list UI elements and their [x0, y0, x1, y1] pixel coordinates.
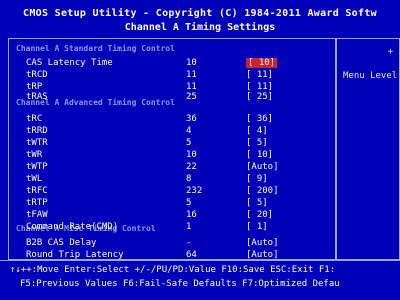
setting-value[interactable]: [Auto] — [246, 250, 279, 260]
setting-label: tRTP — [26, 198, 48, 208]
item-help-panel: Menu Level + — [336, 38, 400, 260]
setting-value[interactable]: [ 4] — [246, 126, 268, 136]
auto-value: 64 — [186, 250, 197, 260]
setting-label: CAS Latency Time — [26, 58, 113, 68]
setting-value[interactable]: [ 25] — [246, 92, 273, 102]
setting-label: tRAS — [26, 92, 48, 102]
setting-label: tWR — [26, 150, 43, 160]
help-text: Menu Level — [343, 71, 398, 81]
setting-value[interactable]: [ 1] — [246, 222, 268, 232]
auto-value: 10 — [186, 58, 197, 68]
setting-label: tRFC — [26, 186, 48, 196]
setting-value[interactable]: [ 11] — [246, 82, 273, 92]
setting-row-twtr[interactable]: tWTR 5 [ 5] — [26, 138, 306, 150]
key-help-line-1: ↑↓++:Move Enter:Select +/-/PU/PD:Value F… — [10, 265, 336, 275]
setting-label: tWTP — [26, 162, 48, 172]
setting-row-trrd[interactable]: tRRD 4 [ 4] — [26, 126, 306, 138]
setting-label: Command Rate(CMD) — [26, 222, 119, 232]
setting-value[interactable]: [Auto] — [246, 162, 279, 172]
auto-value: 11 — [186, 82, 197, 92]
selected-value[interactable]: [ 10] — [246, 58, 278, 68]
help-marker: + — [387, 47, 393, 57]
setting-label: tWTR — [26, 138, 48, 148]
setting-value[interactable]: [ 36] — [246, 114, 273, 124]
setting-label: tRRD — [26, 126, 48, 136]
setting-row-twtp[interactable]: tWTP 22 [Auto] — [26, 162, 306, 174]
setting-row-trcd[interactable]: tRCD 11 [ 11] — [26, 70, 306, 82]
auto-value: 36 — [186, 114, 197, 124]
setting-row-trfc[interactable]: tRFC 232 [ 200] — [26, 186, 306, 198]
auto-value: 4 — [186, 126, 192, 136]
setting-value[interactable]: [ 200] — [246, 186, 279, 196]
setting-label: tWL — [26, 174, 43, 184]
setting-row-trtp[interactable]: tRTP 5 [ 5] — [26, 198, 306, 210]
auto-value: 8 — [186, 174, 192, 184]
utility-title: CMOS Setup Utility - Copyright (C) 1984-… — [23, 8, 377, 19]
setting-value[interactable]: [ 20] — [246, 210, 273, 220]
auto-value: 10 — [186, 150, 197, 160]
key-help-footer: ↑↓++:Move Enter:Select +/-/PU/PD:Value F… — [0, 260, 400, 300]
setting-row-command-rate[interactable]: Command Rate(CMD) 1 [ 1] — [26, 222, 306, 234]
auto-value: 1 — [186, 222, 192, 232]
header-bar: CMOS Setup Utility - Copyright (C) 1984-… — [0, 0, 400, 38]
setting-row-twl[interactable]: tWL 8 [ 9] — [26, 174, 306, 186]
setting-label: Round Trip Latency — [26, 250, 124, 260]
setting-value[interactable]: [Auto] — [246, 238, 279, 248]
setting-label: tRCD — [26, 70, 48, 80]
key-help-line-2: F5:Previous Values F6:Fail-Safe Defaults… — [20, 279, 340, 289]
setting-label: tRP — [26, 82, 43, 92]
setting-row-b2b-cas-delay[interactable]: B2B CAS Delay - [Auto] — [26, 238, 306, 250]
auto-value: 11 — [186, 70, 197, 80]
auto-value: 5 — [186, 198, 192, 208]
setting-label: tFAW — [26, 210, 48, 220]
setting-value[interactable]: [ 10] — [246, 58, 278, 68]
auto-value: - — [186, 238, 192, 248]
setting-row-tfaw[interactable]: tFAW 16 [ 20] — [26, 210, 306, 222]
setting-value[interactable]: [ 10] — [246, 150, 273, 160]
setting-row-tras[interactable]: tRAS 25 [ 25] — [26, 92, 306, 104]
setting-row-cas-latency[interactable]: CAS Latency Time 10 [ 10] — [26, 58, 306, 70]
setting-value[interactable]: [ 9] — [246, 174, 268, 184]
auto-value: 232 — [186, 186, 203, 196]
setting-value[interactable]: [ 11] — [246, 70, 273, 80]
setting-row-trc[interactable]: tRC 36 [ 36] — [26, 114, 306, 126]
setting-label: B2B CAS Delay — [26, 238, 97, 248]
auto-value: 16 — [186, 210, 197, 220]
auto-value: 22 — [186, 162, 197, 172]
group-header-standard: Channel A Standard Timing Control — [16, 44, 175, 53]
setting-row-twr[interactable]: tWR 10 [ 10] — [26, 150, 306, 162]
auto-value: 25 — [186, 92, 197, 102]
setting-label: tRC — [26, 114, 43, 124]
setting-value[interactable]: [ 5] — [246, 138, 268, 148]
setting-value[interactable]: [ 5] — [246, 198, 268, 208]
auto-value: 5 — [186, 138, 192, 148]
page-title: Channel A Timing Settings — [124, 22, 276, 33]
